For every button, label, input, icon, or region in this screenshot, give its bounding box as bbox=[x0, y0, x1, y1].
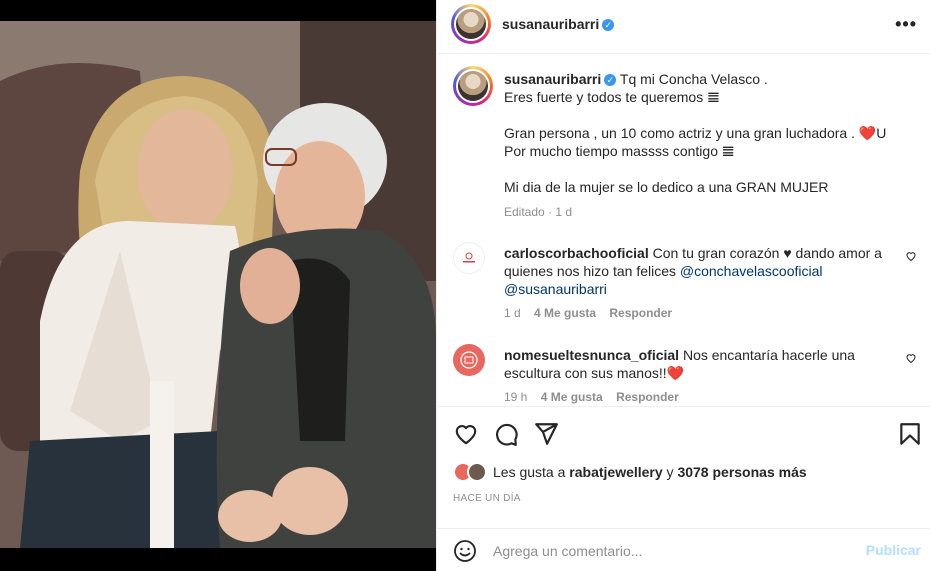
reply-button[interactable]: Responder bbox=[616, 390, 679, 404]
mention-link[interactable]: @conchavelascooficial bbox=[680, 263, 823, 279]
emoji-icon[interactable] bbox=[453, 539, 477, 563]
caption-line: susanauribarri ✓ Tq mi Concha Velasco . bbox=[504, 70, 914, 88]
comment-avatar[interactable] bbox=[453, 344, 485, 376]
avatar-image bbox=[456, 9, 486, 39]
comment-likes[interactable]: 4 Me gusta bbox=[534, 306, 596, 320]
action-bar bbox=[437, 406, 930, 460]
post-photo-area bbox=[0, 0, 436, 571]
caption-text: susanauribarri ✓ Tq mi Concha Velasco . E… bbox=[504, 70, 914, 221]
post-date[interactable]: HACE UN DÍA bbox=[453, 493, 521, 504]
brand-logo-icon bbox=[460, 351, 478, 369]
header-avatar[interactable] bbox=[451, 4, 491, 44]
mention-link[interactable]: @susanauribarri bbox=[504, 280, 894, 298]
comment-username[interactable]: nomesueltesnunca_oficial bbox=[504, 347, 679, 363]
header-username[interactable]: susanauribarri bbox=[502, 16, 599, 32]
share-send-icon[interactable] bbox=[533, 421, 559, 447]
verified-badge-icon: ✓ bbox=[602, 19, 615, 32]
avatar-inner bbox=[456, 69, 490, 103]
comment-meta: 1 d 4 Me gusta Responder bbox=[504, 304, 894, 322]
comment-time[interactable]: 19 h bbox=[504, 390, 527, 404]
comment-username[interactable]: carloscorbachooficial bbox=[504, 245, 649, 261]
comment-body: nomesueltesnunca_oficial Nos encantaría … bbox=[504, 346, 894, 406]
caption-meta: Editado · 1 d bbox=[504, 203, 914, 221]
meta-separator: · bbox=[548, 205, 553, 219]
add-comment-bar: Publicar bbox=[437, 528, 930, 571]
comment-avatar[interactable] bbox=[453, 242, 485, 274]
comment-input[interactable] bbox=[493, 539, 853, 563]
verified-badge-icon: ✓ bbox=[604, 74, 617, 87]
like-comment-heart-icon[interactable] bbox=[905, 352, 917, 364]
liker-avatar[interactable] bbox=[467, 462, 487, 482]
caption-text-line: Tq mi Concha Velasco . bbox=[619, 71, 768, 87]
avatar-image bbox=[458, 71, 488, 101]
liker-username[interactable]: rabatjewellery bbox=[569, 464, 662, 480]
comment-body: carloscorbachooficial Con tu gran corazó… bbox=[504, 244, 894, 322]
heart-icon[interactable] bbox=[453, 421, 479, 447]
likes-prefix: Les gusta a bbox=[493, 464, 570, 480]
likes-text: Les gusta a rabatjewellery y 3078 person… bbox=[493, 464, 807, 480]
header-user: susanauribarri ✓ bbox=[502, 16, 615, 32]
post-side-panel: susanauribarri ✓ ••• susanauribarri ✓ Tq m… bbox=[436, 0, 930, 571]
caption-time[interactable]: 1 d bbox=[555, 205, 572, 219]
publish-button[interactable]: Publicar bbox=[866, 542, 921, 558]
caption-line: Por mucho tiempo massss contigo 𝌆 bbox=[504, 143, 735, 159]
caption-line: Eres fuerte y todos te queremos 𝌆 bbox=[504, 89, 720, 105]
comment-time[interactable]: 1 d bbox=[504, 306, 521, 320]
avatar-inner bbox=[454, 7, 488, 41]
brand-logo-icon bbox=[463, 252, 475, 263]
post-header: susanauribarri ✓ ••• bbox=[437, 0, 930, 54]
likes-connector: y bbox=[662, 464, 678, 480]
more-horizontal-icon[interactable]: ••• bbox=[895, 14, 917, 35]
edited-label: Editado bbox=[504, 205, 545, 219]
like-comment-heart-icon[interactable] bbox=[905, 250, 917, 262]
comment-likes[interactable]: 4 Me gusta bbox=[541, 390, 603, 404]
likes-summary: Les gusta a rabatjewellery y 3078 person… bbox=[453, 461, 807, 483]
caption-avatar[interactable] bbox=[453, 66, 493, 106]
reply-button[interactable]: Responder bbox=[609, 306, 672, 320]
caption-username[interactable]: susanauribarri bbox=[504, 71, 601, 87]
bookmark-icon[interactable] bbox=[897, 421, 923, 447]
comment-icon[interactable] bbox=[493, 421, 519, 447]
photo-illustration bbox=[0, 21, 436, 548]
caption-line: Mi dia de la mujer se lo dedico a una GR… bbox=[504, 179, 829, 195]
caption-line: Gran persona , un 10 como actriz y una g… bbox=[504, 125, 887, 141]
post-photo[interactable] bbox=[0, 21, 436, 548]
instagram-post: susanauribarri ✓ ••• susanauribarri ✓ Tq m… bbox=[0, 0, 930, 571]
likes-count[interactable]: 3078 personas más bbox=[677, 464, 806, 480]
comment-meta: 19 h 4 Me gusta Responder bbox=[504, 388, 894, 406]
